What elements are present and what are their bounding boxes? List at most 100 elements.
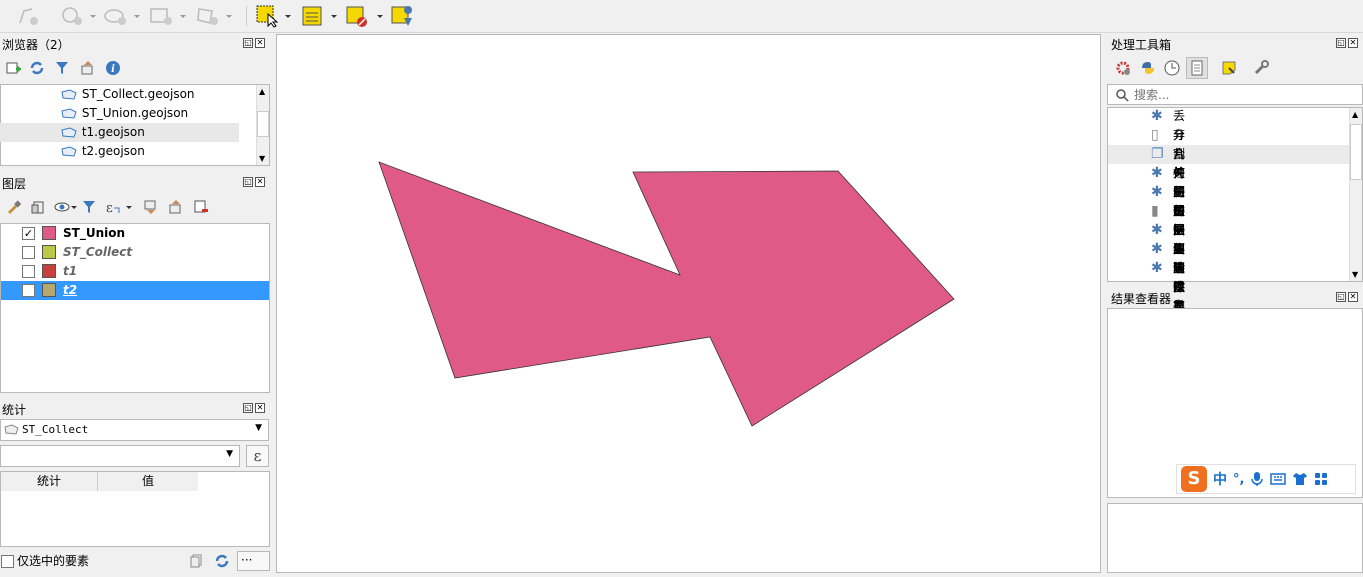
toolbox-scrollbar[interactable]: ▲ ▼ xyxy=(1349,108,1362,281)
deselect-icon[interactable] xyxy=(344,3,386,29)
gear-icon: ✱ xyxy=(1151,184,1163,200)
layer-visibility-checkbox[interactable] xyxy=(22,265,35,278)
browser-scrollbar[interactable]: ▲ ▼ xyxy=(256,85,269,165)
add-rectangle-icon[interactable] xyxy=(148,3,188,29)
layer-visibility-checkbox[interactable]: ✓ xyxy=(22,227,35,240)
collapse-layers-icon[interactable] xyxy=(167,198,185,216)
layer-name[interactable]: t1 xyxy=(63,262,77,281)
close-icon[interactable]: ✕ xyxy=(1348,38,1358,48)
add-circle-icon[interactable] xyxy=(58,3,98,29)
map-canvas[interactable] xyxy=(276,34,1101,573)
bookmark-icon: ▮ xyxy=(1151,203,1159,219)
layer-visibility-checkbox[interactable] xyxy=(22,284,35,297)
collapse-all-icon[interactable] xyxy=(79,59,97,77)
more-options-button[interactable]: ··· xyxy=(237,551,270,571)
microphone-icon[interactable] xyxy=(1250,471,1264,487)
browser-item[interactable]: t2.geojson xyxy=(60,142,145,161)
filter-expression-icon[interactable]: ε xyxy=(104,198,134,216)
gear-icon: ✱ xyxy=(1151,222,1163,238)
python-icon[interactable] xyxy=(1139,59,1157,77)
selected-only-label: 仅选中的要素 xyxy=(17,554,90,568)
float-icon[interactable]: ◱ xyxy=(1336,38,1346,48)
browser-item[interactable]: ST_Union.geojson xyxy=(60,104,188,123)
browser-panel-controls[interactable]: ◱ ✕ xyxy=(243,38,267,50)
close-icon[interactable]: ✕ xyxy=(255,177,265,187)
copy-icon[interactable] xyxy=(188,552,206,570)
add-group-icon[interactable] xyxy=(29,198,47,216)
options-wrench-icon[interactable] xyxy=(1252,59,1270,77)
float-icon[interactable]: ◱ xyxy=(243,38,253,48)
toolbox-panel-title: 处理工具箱 xyxy=(1111,38,1172,52)
layer-color-swatch[interactable] xyxy=(42,264,56,278)
info-icon[interactable]: i xyxy=(104,59,122,77)
close-icon[interactable]: ✕ xyxy=(255,38,265,48)
models-gear-icon[interactable] xyxy=(1114,59,1132,77)
toolbox-search-box[interactable] xyxy=(1107,84,1363,105)
add-selected-layers-icon[interactable] xyxy=(4,59,22,77)
st-union-polygon[interactable] xyxy=(378,161,955,427)
float-icon[interactable]: ◱ xyxy=(243,403,253,413)
stats-column-header[interactable]: 统计 xyxy=(1,472,98,491)
close-icon[interactable]: ✕ xyxy=(1348,292,1358,302)
selected-only-checkbox[interactable] xyxy=(1,555,14,568)
filter-icon[interactable] xyxy=(53,59,71,77)
svg-text:i: i xyxy=(111,64,115,75)
chevron-down-icon: ▼ xyxy=(255,423,262,433)
select-features-icon[interactable] xyxy=(254,3,294,29)
browser-item-label: ST_Union.geojson xyxy=(81,106,189,120)
toolbox-hover-row xyxy=(1108,145,1349,164)
toolbox-panel-controls[interactable]: ◱ ✕ xyxy=(1336,38,1360,50)
expression-button[interactable]: ε xyxy=(246,445,269,467)
browser-item-label: t1.geojson xyxy=(81,125,145,139)
stats-panel-controls[interactable]: ◱ ✕ xyxy=(243,403,267,415)
browser-panel-title: 浏览器（2） xyxy=(2,38,70,52)
toolbox-grid-icon[interactable] xyxy=(1314,472,1328,486)
float-icon[interactable]: ◱ xyxy=(1336,292,1346,302)
results-viewer-icon[interactable] xyxy=(1186,57,1208,79)
stats-layer-select[interactable]: ST_Collect ▼ xyxy=(0,419,269,441)
layers-panel-controls[interactable]: ◱ ✕ xyxy=(243,177,267,189)
add-polygon-icon[interactable] xyxy=(194,3,234,29)
expand-all-icon[interactable] xyxy=(142,198,160,216)
float-icon[interactable]: ◱ xyxy=(243,177,253,187)
remove-layer-icon[interactable] xyxy=(192,198,210,216)
layer-visibility-checkbox[interactable] xyxy=(22,246,35,259)
polygon-layer-icon xyxy=(61,126,77,138)
browser-item[interactable]: t1.geojson xyxy=(60,123,145,142)
layer-color-swatch[interactable] xyxy=(42,283,56,297)
add-vertex-icon[interactable] xyxy=(14,3,44,29)
ime-punctuation[interactable]: °, xyxy=(1233,472,1244,487)
style-brush-icon[interactable] xyxy=(4,198,22,216)
edit-features-in-place-icon[interactable] xyxy=(1220,59,1238,77)
split-layer-icon: ▯ xyxy=(1151,127,1159,143)
gear-icon: ✱ xyxy=(1151,241,1163,257)
visibility-icon[interactable] xyxy=(54,198,78,216)
stats-panel-title: 统计 xyxy=(2,403,27,417)
refresh-icon[interactable] xyxy=(28,59,46,77)
layer-color-swatch[interactable] xyxy=(42,226,56,240)
toolbox-search-input[interactable] xyxy=(1132,86,1356,104)
layer-color-swatch[interactable] xyxy=(42,245,56,259)
layer-name[interactable]: ST_Collect xyxy=(63,243,132,262)
history-clock-icon[interactable] xyxy=(1163,59,1181,77)
keyboard-icon[interactable] xyxy=(1270,472,1287,486)
attribute-table-icon[interactable] xyxy=(300,3,340,29)
browser-item-label: ST_Collect.geojson xyxy=(81,87,195,101)
close-icon[interactable]: ✕ xyxy=(255,403,265,413)
results-panel-controls[interactable]: ◱ ✕ xyxy=(1336,292,1360,304)
refresh-stats-icon[interactable] xyxy=(213,552,231,570)
value-column-header[interactable]: 值 xyxy=(98,472,198,491)
filter-legend-icon[interactable] xyxy=(80,198,98,216)
layer-name[interactable]: t2 xyxy=(63,281,77,300)
skin-shirt-icon[interactable] xyxy=(1292,472,1308,486)
layer-name[interactable]: ST_Union xyxy=(63,224,125,243)
chevron-down-icon: ▼ xyxy=(226,449,233,459)
stats-field-select[interactable]: ▼ xyxy=(0,445,240,467)
browser-item-label: t2.geojson xyxy=(81,144,145,158)
select-by-location-icon[interactable] xyxy=(390,3,416,29)
ime-logo[interactable]: S xyxy=(1181,466,1207,492)
browser-item[interactable]: ST_Collect.geojson xyxy=(60,85,195,104)
add-ellipse-icon[interactable] xyxy=(102,3,142,29)
polygon-layer-icon xyxy=(61,88,77,100)
ime-mode[interactable]: 中 xyxy=(1213,469,1227,489)
